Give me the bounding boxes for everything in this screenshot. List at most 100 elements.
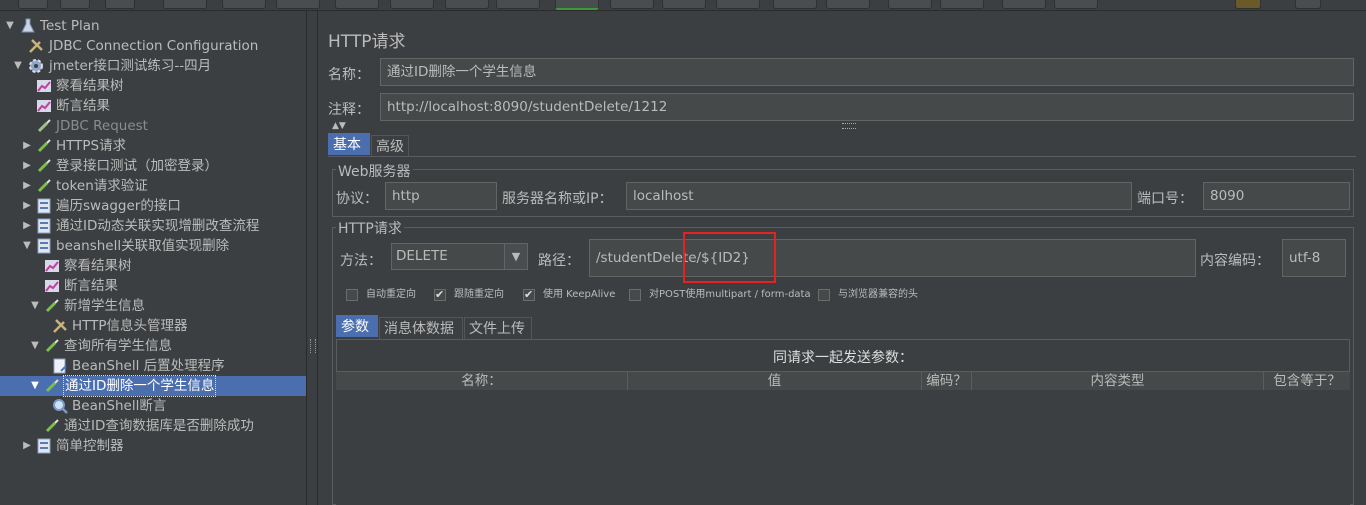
- column-include-equals[interactable]: 包含等于？: [1264, 372, 1350, 390]
- tree-node-add-student[interactable]: ▼ 新增学生信息: [0, 296, 306, 316]
- tree-node-test-plan[interactable]: ▼ Test Plan: [0, 16, 306, 36]
- copy-button[interactable]: [276, 0, 320, 9]
- script-icon: [52, 358, 68, 374]
- wrench-icon: [28, 38, 44, 54]
- chart-icon: [36, 98, 52, 114]
- tree-node-login-test[interactable]: ▶ 登录接口测试（加密登录）: [0, 156, 306, 176]
- splitter-grip-icon: [310, 339, 316, 353]
- search-button[interactable]: [888, 0, 932, 9]
- new-button[interactable]: [18, 0, 48, 9]
- start-button[interactable]: [555, 0, 599, 10]
- encoding-label: 内容编码：: [1200, 253, 1270, 269]
- encoding-field[interactable]: utf-8: [1282, 239, 1346, 277]
- name-field[interactable]: 通过ID删除一个学生信息: [380, 58, 1354, 86]
- tree-node-crud-controller[interactable]: ▶ 通过ID动态关联实现增删改查流程: [0, 216, 306, 236]
- checkbox-box[interactable]: [434, 287, 446, 303]
- tree-node-beanshell-controller[interactable]: ▼ beanshell关联取值实现删除: [0, 236, 306, 256]
- tree-node-label: BeanShell 后置处理程序: [72, 358, 225, 374]
- cut-button[interactable]: [222, 0, 266, 9]
- checkbox-box[interactable]: [346, 289, 358, 301]
- tree-node-swagger-controller[interactable]: ▶ 遍历swagger的接口: [0, 196, 306, 216]
- expand-arrow-icon[interactable]: ▶: [21, 156, 33, 176]
- remote-status-icon: [1295, 0, 1321, 9]
- tab-file-upload[interactable]: 文件上传: [464, 317, 532, 339]
- expand-arrow-icon[interactable]: ▼: [12, 56, 24, 76]
- tab-parameters[interactable]: 参数: [336, 315, 378, 337]
- start-no-pause-button[interactable]: [610, 0, 654, 9]
- tree-node-https-request[interactable]: ▶ HTTPS请求: [0, 136, 306, 156]
- expand-arrow-icon[interactable]: ▶: [21, 136, 33, 156]
- tab-advanced[interactable]: 高级: [371, 135, 409, 157]
- expand-arrow-icon[interactable]: ▶: [21, 216, 33, 236]
- highlight-annotation-box: [683, 232, 776, 283]
- tree-node-delete-student[interactable]: ▼ 通过ID删除一个学生信息: [0, 375, 306, 397]
- tree-node-thread-group[interactable]: ▼ jmeter接口测试练习--四月: [0, 56, 306, 76]
- help-button[interactable]: [1054, 0, 1098, 9]
- expand-arrow-icon[interactable]: ▶: [21, 196, 33, 216]
- tree-node-view-results-tree[interactable]: 察看结果树: [0, 76, 306, 96]
- tree-node-jdbc-connection-configuration[interactable]: JDBC Connection Configuration: [0, 36, 306, 56]
- tree-node-label: 新增学生信息: [64, 298, 145, 314]
- params-table-body[interactable]: [336, 390, 1350, 505]
- tree-node-db-verify[interactable]: 通过ID查询数据库是否删除成功: [0, 416, 306, 436]
- tree-node-label: 断言结果: [64, 278, 118, 294]
- expand-arrow-icon[interactable]: ▼: [21, 236, 33, 256]
- column-value[interactable]: 值: [628, 372, 922, 390]
- expand-arrow-icon[interactable]: ▼: [29, 336, 41, 356]
- expand-arrow-icon[interactable]: ▼: [29, 296, 41, 316]
- collapse-button[interactable]: [445, 0, 489, 9]
- resize-grip-icon[interactable]: [842, 123, 856, 129]
- checkbox-box[interactable]: [523, 287, 535, 303]
- tree-node-label: 简单控制器: [56, 438, 124, 454]
- server-field[interactable]: localhost: [626, 182, 1132, 210]
- tree-node-label: 登录接口测试（加密登录）: [56, 158, 218, 174]
- expand-button[interactable]: [390, 0, 434, 9]
- clear-all-button[interactable]: [826, 0, 870, 9]
- method-select[interactable]: DELETE ▼: [391, 243, 528, 270]
- tree-node-beanshell-postprocessor[interactable]: BeanShell 后置处理程序: [0, 356, 306, 376]
- toggle-button[interactable]: [496, 0, 540, 9]
- column-encode[interactable]: 编码？: [922, 372, 972, 390]
- tree-node-assertion-results-2[interactable]: 断言结果: [0, 276, 306, 296]
- column-content-type[interactable]: 内容类型: [972, 372, 1264, 390]
- tab-basic[interactable]: 基本: [328, 133, 370, 155]
- splitter-handle[interactable]: [306, 11, 318, 505]
- port-label: 端口号：: [1137, 191, 1193, 207]
- stop-button[interactable]: [662, 0, 706, 9]
- tree-node-jdbc-request[interactable]: JDBC Request: [0, 116, 306, 136]
- path-field[interactable]: /studentDelete/${ID2}: [589, 239, 1196, 277]
- checkbox-box[interactable]: [629, 289, 641, 301]
- tree-node-beanshell-assertion[interactable]: BeanShell断言: [0, 396, 306, 416]
- chart-icon: [44, 278, 60, 294]
- reset-search-button[interactable]: [940, 0, 984, 9]
- column-name[interactable]: 名称：: [336, 372, 628, 390]
- collapse-arrows-icon[interactable]: ▲▼: [332, 121, 346, 131]
- templates-button[interactable]: [60, 0, 90, 9]
- tree-node-view-results-tree-2[interactable]: 察看结果树: [0, 256, 306, 276]
- protocol-field[interactable]: http: [385, 182, 497, 210]
- expand-arrow-icon[interactable]: ▶: [21, 436, 33, 456]
- port-field[interactable]: 8090: [1203, 182, 1350, 210]
- clear-button[interactable]: [773, 0, 817, 9]
- chevron-down-icon[interactable]: ▼: [504, 244, 527, 269]
- tree-node-label: HTTPS请求: [56, 138, 127, 154]
- expand-arrow-icon[interactable]: ▼: [4, 16, 16, 36]
- checkbox-box[interactable]: [818, 289, 830, 301]
- shutdown-button[interactable]: [716, 0, 760, 9]
- tab-body-data[interactable]: 消息体数据: [379, 317, 463, 339]
- tree-node-token-verify[interactable]: ▶ token请求验证: [0, 176, 306, 196]
- function-helper-button[interactable]: [1002, 0, 1046, 9]
- tree-node-assertion-results[interactable]: 断言结果: [0, 96, 306, 116]
- expand-arrow-icon[interactable]: ▶: [21, 176, 33, 196]
- expand-arrow-icon[interactable]: ▼: [29, 376, 41, 396]
- paste-button[interactable]: [335, 0, 379, 9]
- tree-node-simple-controller[interactable]: ▶ 简单控制器: [0, 436, 306, 456]
- tree-node-header-manager[interactable]: HTTP信息头管理器: [0, 316, 306, 336]
- tree-node-label: JDBC Connection Configuration: [49, 38, 259, 54]
- open-button[interactable]: [105, 0, 135, 9]
- gear-icon: [28, 58, 44, 74]
- comment-field[interactable]: http://localhost:8090/studentDelete/1212: [380, 93, 1354, 121]
- tree-node-query-students[interactable]: ▼ 查询所有学生信息: [0, 336, 306, 356]
- controller-icon: [36, 238, 52, 254]
- save-button[interactable]: [163, 0, 207, 9]
